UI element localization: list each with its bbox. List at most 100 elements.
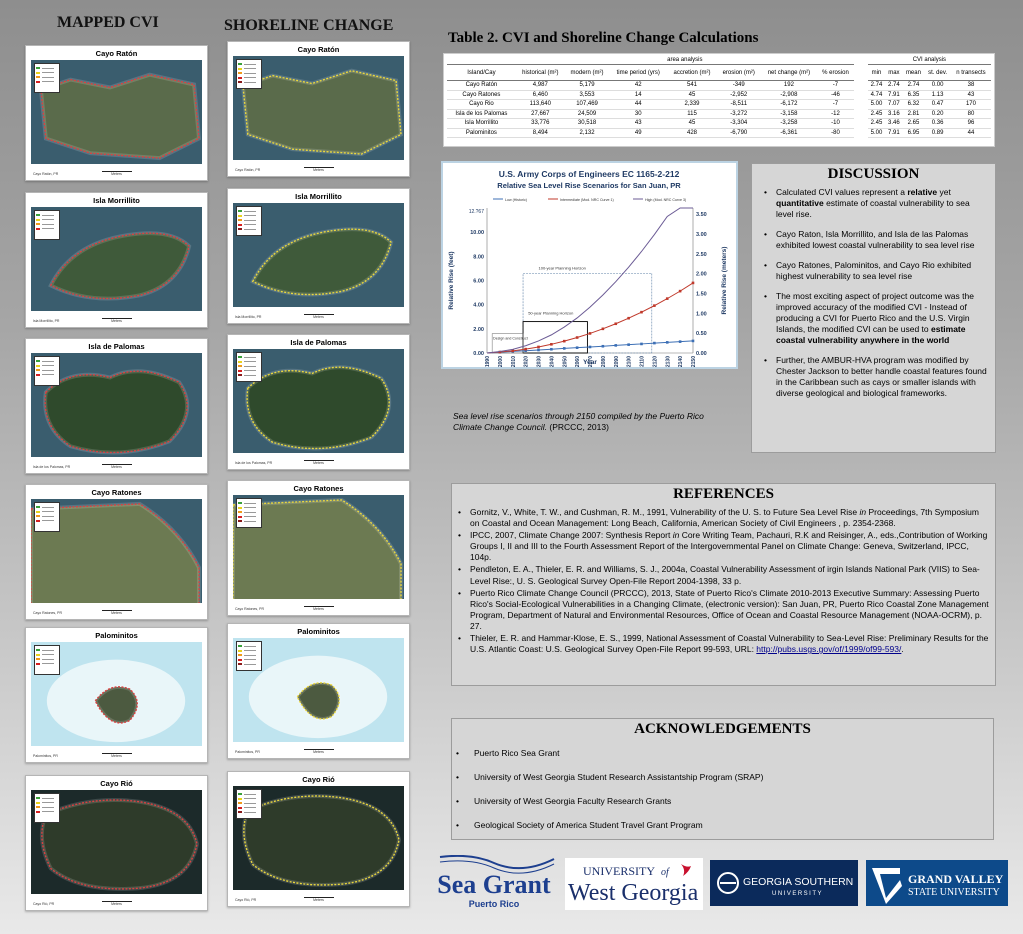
table-header-cell: net change (m²) <box>760 64 818 81</box>
x-tick-label: 2090 <box>614 356 620 367</box>
series-point-0 <box>640 342 643 346</box>
usgs-link[interactable]: http://pubs.usgs.gov/of/1999/of99-593/ <box>756 644 901 654</box>
series-point-1 <box>691 281 695 285</box>
map-scale-bar: Meters <box>303 314 334 319</box>
table-header-cell: modern (m²) <box>564 64 610 81</box>
table-cell: 6.35 <box>902 90 925 100</box>
acknowledgements-panel: ACKNOWLEDGEMENTS Puerto Rico Sea Grant U… <box>451 718 994 840</box>
table-header-cell: erosion (m²) <box>716 64 761 81</box>
series-point-0 <box>678 340 682 343</box>
y-tick-label: 4.00 <box>473 303 484 309</box>
table-cell: 80 <box>950 109 991 119</box>
table-group-spacer <box>854 56 868 65</box>
table-cell: 3.16 <box>885 109 903 119</box>
map-legend <box>236 59 262 89</box>
table-cell: 45 <box>667 90 717 100</box>
ack-item: University of West Georgia Student Resea… <box>456 772 993 782</box>
svg-text:of: of <box>661 867 670 878</box>
series-point-0 <box>653 341 656 345</box>
x-tick-label: 2100 <box>627 356 633 367</box>
satellite-map-image <box>31 499 202 603</box>
table-cell: 44 <box>950 128 991 138</box>
reference-item: Puerto Rico Climate Change Council (PRCC… <box>458 588 989 632</box>
table-cell: 7.07 <box>885 99 903 110</box>
shoreline-map-card: Cayo Ratones Cayo Ratones, PR Meters <box>227 480 410 616</box>
series-point-0 <box>601 344 605 348</box>
x-tick-label: 2140 <box>678 356 684 367</box>
table-cell: -3,272 <box>716 109 761 119</box>
series-point-1 <box>537 345 540 349</box>
calc-table: area analysis CVI analysis Island/Cay his… <box>447 56 991 138</box>
table-cell: 6.95 <box>902 128 925 138</box>
satellite-map-image <box>31 642 202 746</box>
table-cell: Isla de los Palomas <box>447 109 516 119</box>
x-tick-label: 2120 <box>652 356 658 367</box>
table-cell: 5.00 <box>867 99 886 110</box>
y-axis-label: Relative Rise (feet) <box>448 251 455 309</box>
table-cell: 30,518 <box>564 118 610 129</box>
map-legend <box>236 641 262 671</box>
map-legend <box>34 356 60 386</box>
x-tick-label: 2080 <box>601 356 607 367</box>
map-title: Isla Morrillito <box>93 196 140 205</box>
map-scale-bar: Meters <box>101 753 132 758</box>
y-right-tick-label: 1.00 <box>696 311 707 317</box>
legend-label: Intermediate (Mod. NRC Curve 1) <box>560 198 614 202</box>
series-point-0 <box>550 347 553 351</box>
table-cell: 6.32 <box>902 99 925 110</box>
series-line-2 <box>486 207 693 354</box>
cvi-map-card: Isla de Palomas Isla de los Palomas, PR Me… <box>25 338 208 474</box>
y-right-tick-label: 0.00 <box>696 351 707 357</box>
satellite-map-image <box>233 495 404 599</box>
x-tick-label: 2030 <box>537 356 543 367</box>
map-caption: Cayo Ratones, PR <box>235 607 264 611</box>
table-cell: 3.46 <box>885 118 903 129</box>
table-header-row: Island/Cay historical (m²) modern (m²) time… <box>447 64 991 81</box>
x-tick-label: 2150 <box>691 356 697 367</box>
shoreline-map-card: Cayo Rió Cayo Rió, PR Meters <box>227 771 410 907</box>
map-caption: Cayo Rió, PR <box>235 898 257 902</box>
table-cell: 192 <box>760 80 818 91</box>
map-legend <box>34 63 60 93</box>
table-cell: Cayo Ratón <box>447 80 516 91</box>
map-caption: Cayo Ratón, PR <box>235 168 261 172</box>
table-cell: 113,640 <box>515 99 565 110</box>
annotation-50yr: 50-year Planning Horizon <box>528 310 573 315</box>
svg-text:West Georgia: West Georgia <box>568 880 699 906</box>
table-cell: -6,172 <box>760 99 818 110</box>
table-cell: 2.45 <box>867 109 886 119</box>
cvi-map-card: Palominitos Palominitos, PR Meters <box>25 627 208 763</box>
map-scale-bar: Meters <box>303 606 334 611</box>
map-scale-bar: Meters <box>101 171 132 176</box>
map-scale-bar: Meters <box>303 897 334 902</box>
shoreline-map-card: Palominitos Palominitos, PR Meters <box>227 623 410 759</box>
map-scale-bar: Meters <box>303 460 334 465</box>
discussion-item: Calculated CVI values represent a relati… <box>764 187 987 220</box>
satellite-map-image <box>31 60 202 164</box>
table-cell: -3,158 <box>760 109 818 119</box>
series-point-1 <box>550 343 553 346</box>
chart-subtitle: Relative Sea Level Rise Scenarios for Sa… <box>497 181 681 190</box>
table-cell: Cayo Ratones <box>447 90 516 100</box>
x-tick-label: 2000 <box>498 356 504 367</box>
y-tick-label: 0.00 <box>473 351 484 357</box>
map-scale-bar: Meters <box>303 749 334 754</box>
map-title: Isla de Palomas <box>88 342 145 351</box>
table-group-cvi: CVI analysis <box>867 56 991 65</box>
discussion-item: Further, the AMBUR-HVA program was modif… <box>764 355 987 399</box>
table-cell: -3,258 <box>760 118 818 129</box>
y-tick-label-partial: 12.?67 <box>469 209 485 215</box>
table-row: Isla Morrillito 33,776 30,518 43 45 -3,304 -3,… <box>447 118 991 129</box>
map-title: Palominitos <box>297 627 340 636</box>
table-cell: Isla Morrillito <box>447 118 516 129</box>
map-title: Cayo Ratón <box>95 49 138 58</box>
map-scale-bar: Meters <box>101 901 132 906</box>
series-point-1 <box>665 297 669 300</box>
acknowledgements-title: ACKNOWLEDGEMENTS <box>634 721 811 737</box>
shoreline-map-card: Isla de Palomas Isla de los Palomas, PR Me… <box>227 334 410 470</box>
map-title: Cayo Rió <box>302 775 335 784</box>
table-row: Cayo Rio 113,640 107,469 44 2,339 -8,511 -6,17… <box>447 99 991 110</box>
discussion-item: Cayo Ratones, Palominitos, and Cayo Rio … <box>764 260 987 282</box>
table-cell: 33,776 <box>515 118 565 129</box>
y-right-tick-label: 1.50 <box>696 292 707 298</box>
